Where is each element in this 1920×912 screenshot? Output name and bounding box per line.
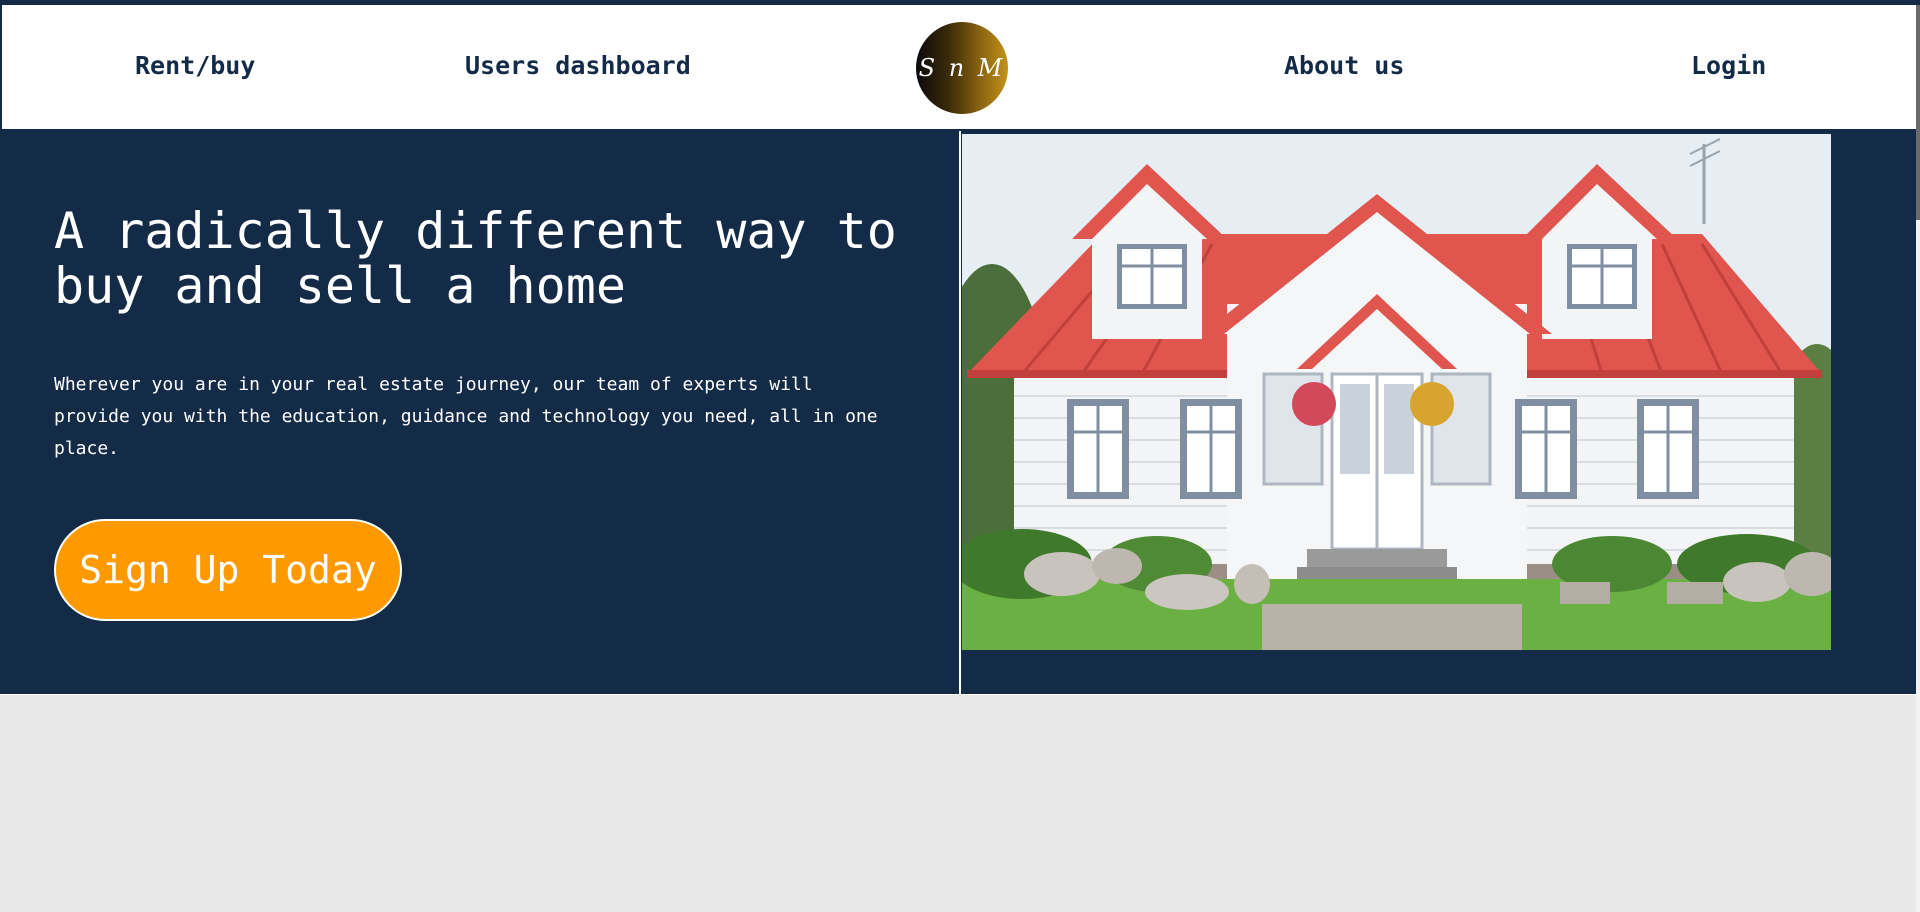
scrollbar-thumb[interactable] bbox=[1916, 5, 1920, 220]
house-photo bbox=[962, 134, 1831, 650]
logo-monogram: S n M bbox=[918, 54, 1006, 82]
nav-link-rent-buy[interactable]: Rent/buy bbox=[135, 51, 255, 80]
nav-link-about-us[interactable]: About us bbox=[1284, 51, 1404, 80]
hero-subtext: Wherever you are in your real estate jou… bbox=[54, 374, 878, 459]
nav-link-users-dashboard[interactable]: Users dashboard bbox=[465, 51, 691, 80]
nav-link-login[interactable]: Login bbox=[1691, 51, 1766, 80]
hero-headline: A radically different way to buy and sel… bbox=[54, 202, 897, 315]
site-logo[interactable]: S n M bbox=[916, 22, 1008, 114]
hero-divider bbox=[959, 131, 961, 695]
navbar: Rent/buy Users dashboard S n M About us … bbox=[0, 5, 1916, 131]
page-scrollbar[interactable] bbox=[1916, 5, 1920, 912]
hero-section: A radically different way to buy and sel… bbox=[0, 131, 1916, 695]
hero-bottom-border bbox=[0, 694, 1916, 695]
sign-up-button[interactable]: Sign Up Today bbox=[54, 519, 402, 621]
house-illustration bbox=[962, 134, 1831, 650]
